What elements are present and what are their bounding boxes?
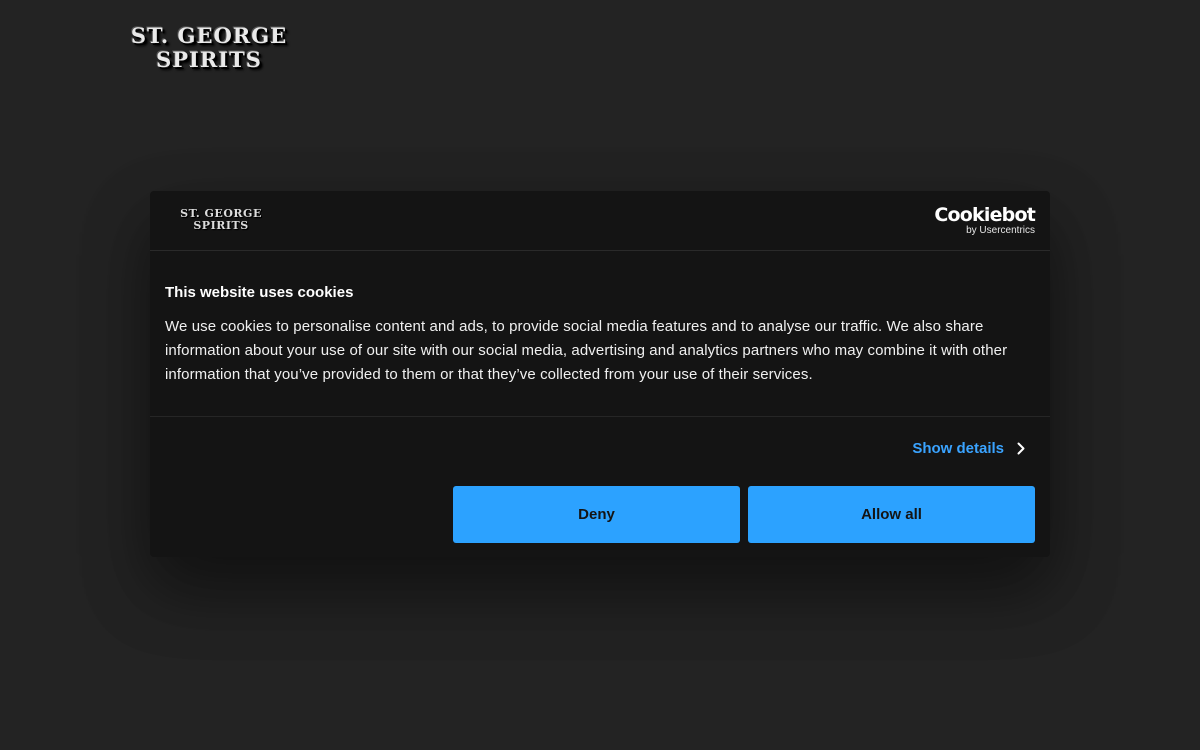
site-logo-line2: SPIRITS (156, 47, 262, 72)
site-logo-line1: ST. GEORGE (130, 23, 288, 48)
site-logo[interactable]: ST. GEORGE SPIRITS (104, 24, 314, 74)
dialog-logo-line2: SPIRITS (193, 219, 249, 232)
dialog-body: This website uses cookies We use cookies… (165, 284, 1035, 387)
page: ST. GEORGE SPIRITS ST. GEORGE SPIRITS Co… (0, 0, 1200, 750)
dialog-description: We use cookies to personalise content an… (165, 318, 1008, 383)
chevron-right-icon (1016, 442, 1026, 456)
dialog-brand-logo: ST. GEORGE SPIRITS (165, 208, 277, 232)
cookiebot-byline: by Usercentrics (966, 225, 1035, 236)
consent-buttons: Deny Allow all (453, 486, 1035, 543)
cookie-consent-dialog: ST. GEORGE SPIRITS Cookiebot by Usercent… (150, 191, 1050, 557)
dialog-header: ST. GEORGE SPIRITS Cookiebot by Usercent… (150, 191, 1050, 251)
allow-all-button[interactable]: Allow all (748, 486, 1035, 543)
show-details-link[interactable]: Show details (912, 440, 1026, 457)
dialog-title: This website uses cookies (165, 284, 354, 301)
cookiebot-brand: Cookiebot (934, 204, 1035, 226)
cookiebot-logo[interactable]: Cookiebot by Usercentrics (934, 205, 1035, 237)
deny-button[interactable]: Deny (453, 486, 740, 543)
show-details-label: Show details (912, 440, 1004, 457)
dialog-divider (150, 416, 1050, 417)
